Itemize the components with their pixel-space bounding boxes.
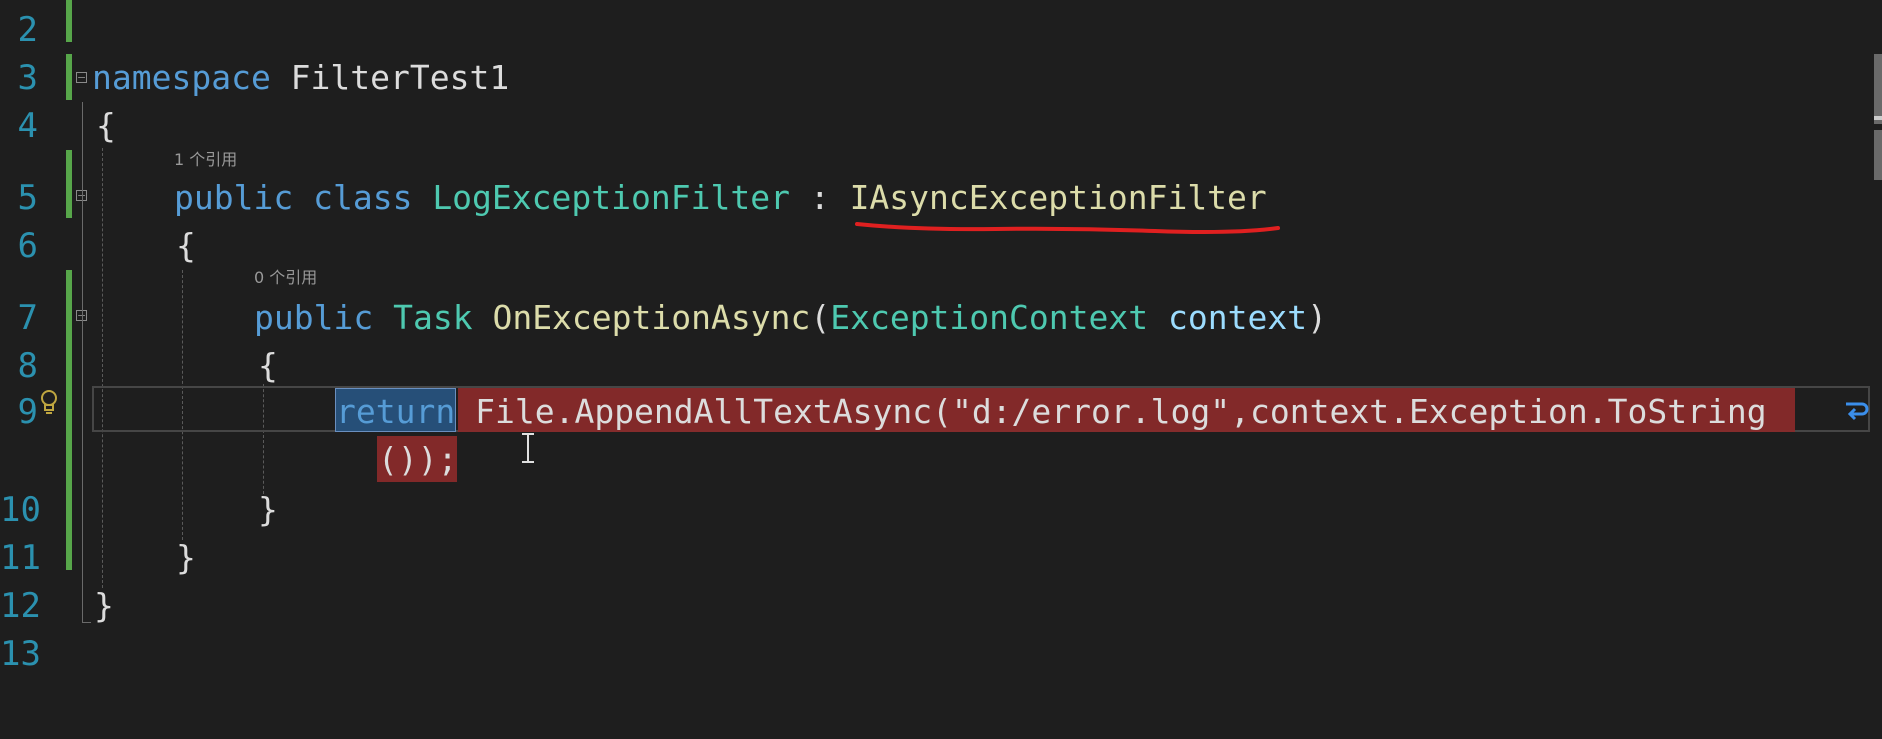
punctuation: . <box>554 392 575 431</box>
line-number: 8 <box>17 346 38 386</box>
line-number: 10 <box>0 490 41 530</box>
code-line: public class LogExceptionFilter : IAsync… <box>174 178 1267 218</box>
line-number: 6 <box>17 226 38 266</box>
code-line: } <box>94 586 114 625</box>
code-line: { <box>176 226 196 265</box>
code-line: { <box>258 346 278 385</box>
code-line: } <box>176 538 196 577</box>
change-indicator <box>66 0 72 42</box>
punctuation: ) <box>1307 298 1327 337</box>
line-number: 13 <box>0 634 41 674</box>
scrollbar-marker[interactable] <box>1874 54 1882 124</box>
lightbulb-icon[interactable] <box>38 388 60 416</box>
line-number: 12 <box>0 586 41 626</box>
parameter-name: context <box>1249 392 1390 431</box>
code-editor[interactable]: 2 3 4 5 6 7 8 9 10 11 12 13 − − − namesp… <box>0 0 1882 739</box>
outline-guide <box>82 622 91 623</box>
annotation-underline <box>855 222 1280 234</box>
method-name: ToString <box>1607 392 1767 431</box>
scrollbar-caret-marker <box>1874 116 1882 120</box>
keyword: class <box>313 178 413 217</box>
punctuation: ( <box>932 392 952 431</box>
code-line: { <box>96 106 116 145</box>
punctuation: : <box>809 178 830 217</box>
line-number: 2 <box>17 10 38 50</box>
code-line: } <box>258 490 278 529</box>
change-indicator <box>66 150 72 218</box>
codelens-references[interactable]: 0 个引用 <box>254 268 317 288</box>
method-name: AppendAllTextAsync <box>574 392 933 431</box>
type-name: ExceptionContext <box>830 298 1149 337</box>
line-number: 7 <box>17 298 38 338</box>
indent-guide <box>102 148 103 588</box>
parameter-name: context <box>1167 298 1308 337</box>
punctuation: . <box>1587 392 1608 431</box>
word-wrap-icon <box>1846 402 1869 421</box>
code-line: public Task OnExceptionAsync(ExceptionCo… <box>254 298 1327 338</box>
line-number: 9 <box>17 392 38 432</box>
punctuation: . <box>1389 392 1409 431</box>
namespace-name: FilterTest1 <box>270 58 510 97</box>
type-name: Task <box>393 298 473 337</box>
class-name: LogExceptionFilter <box>432 178 790 217</box>
line-number: 4 <box>17 106 38 146</box>
keyword: namespace <box>92 58 271 97</box>
property-name: Exception <box>1408 392 1588 431</box>
line-number: 5 <box>17 178 38 218</box>
outline-guide <box>82 102 83 622</box>
code-line: namespace FilterTest1 <box>92 58 509 98</box>
change-indicator <box>66 270 72 570</box>
text-cursor-icon <box>522 433 534 463</box>
codelens-references[interactable]: 1 个引用 <box>174 150 237 170</box>
interface-name: IAsyncExceptionFilter <box>849 178 1267 217</box>
code-line-wrapped: ()); <box>378 440 458 479</box>
class-name: File <box>475 392 555 431</box>
keyword: public <box>174 178 294 217</box>
line-number: 3 <box>17 58 38 98</box>
punctuation: ( <box>810 298 831 337</box>
collapse-icon[interactable]: − <box>76 72 87 83</box>
change-indicator <box>66 54 72 100</box>
code-line: return File.AppendAllTextAsync("d:/error… <box>336 392 1767 432</box>
punctuation: , <box>1230 392 1250 431</box>
scrollbar-marker[interactable] <box>1874 130 1882 180</box>
keyword: return <box>336 392 456 431</box>
method-name: OnExceptionAsync <box>492 298 811 337</box>
string-literal: "d:/error.log" <box>951 392 1231 431</box>
keyword: public <box>254 298 374 337</box>
line-number: 11 <box>0 538 41 578</box>
